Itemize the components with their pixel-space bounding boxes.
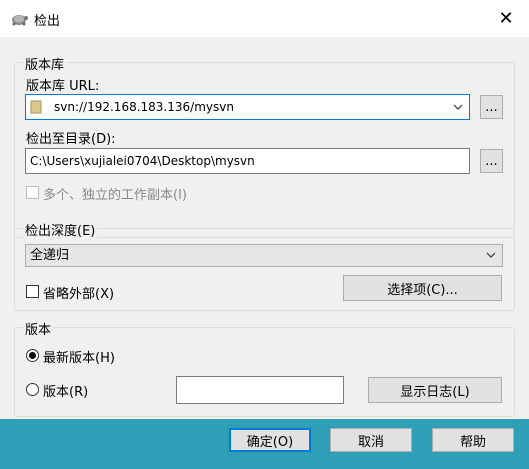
tortoisesvn-turtle-icon <box>12 15 28 26</box>
specific-revision-radio[interactable] <box>26 383 39 396</box>
repository-url-value: svn://192.168.183.136/mysvn <box>54 100 234 114</box>
head-revision-label: 最新版本(H) <box>43 351 115 366</box>
window-title: 检出 <box>34 14 61 29</box>
head-revision-radio[interactable] <box>26 349 39 362</box>
multiple-copies-checkbox[interactable] <box>26 186 39 199</box>
omit-externals-label: 省略外部(X) <box>43 287 115 302</box>
show-log-button[interactable]: 显示日志(L) <box>368 377 502 403</box>
revision-group-legend: 版本 <box>23 319 54 338</box>
repository-url-label: 版本库 URL: <box>26 79 100 94</box>
close-icon: ✕ <box>498 8 514 29</box>
multiple-copies-label: 多个、独立的工作副本(I) <box>43 188 187 203</box>
help-button[interactable]: 帮助 <box>432 428 514 452</box>
checkout-directory-label: 检出至目录(D): <box>26 132 116 147</box>
dialog-footer: 确定(O) 取消 帮助 <box>0 419 529 469</box>
checkout-directory-browse-button[interactable]: ... <box>480 149 503 173</box>
dialog-body: 版本库 版本库 URL: svn://192.168.183.136/mysvn… <box>0 37 529 419</box>
repository-url-combobox[interactable]: svn://192.168.183.136/mysvn <box>25 94 470 120</box>
specific-revision-label: 版本(R) <box>43 385 89 400</box>
repository-group-legend: 版本库 <box>23 54 67 73</box>
checkout-depth-legend: 检出深度(E) <box>23 220 98 239</box>
repository-url-browse-button[interactable]: ... <box>480 95 503 119</box>
depth-chevron-down-icon[interactable] <box>486 245 496 273</box>
close-button[interactable]: ✕ <box>483 0 529 37</box>
title-bar: 检出 ✕ <box>0 0 529 37</box>
ok-button[interactable]: 确定(O) <box>229 428 311 452</box>
checkout-depth-value: 全递归 <box>30 248 70 263</box>
chevron-down-icon[interactable] <box>453 95 463 119</box>
options-button[interactable]: 选择项(C)... <box>343 275 502 301</box>
cancel-button[interactable]: 取消 <box>330 428 412 452</box>
checkout-directory-value: C:\Users\xujialei0704\Desktop\mysvn <box>30 154 255 168</box>
checkout-directory-input[interactable]: C:\Users\xujialei0704\Desktop\mysvn <box>25 148 470 174</box>
repository-folder-icon <box>30 100 42 114</box>
radio-selected-dot <box>29 352 36 359</box>
checkout-depth-select[interactable]: 全递归 <box>25 244 503 267</box>
revision-number-input[interactable] <box>176 376 344 404</box>
omit-externals-checkbox[interactable] <box>26 285 39 298</box>
